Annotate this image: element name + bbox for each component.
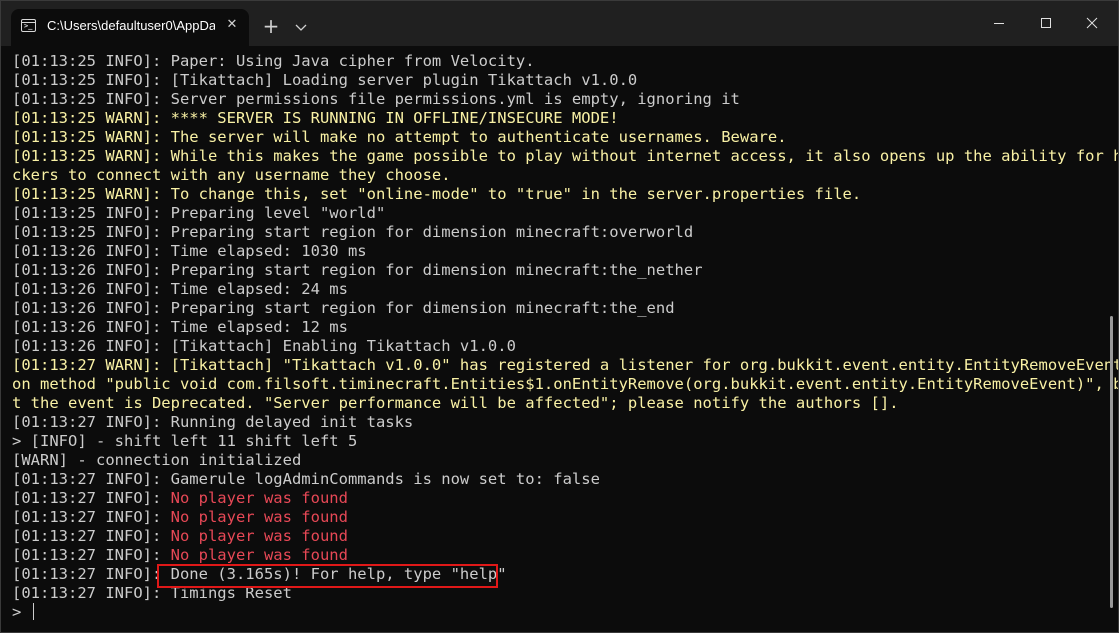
console-line: [01:13:26 INFO]: Time elapsed: 1030 ms [12,242,1101,261]
console-line: [01:13:27 INFO]: No player was found [12,546,1101,565]
log-text: ckers to connect with any username they … [12,166,451,184]
log-text: No player was found [170,527,348,545]
console-line: [01:13:25 WARN]: While this makes the ga… [12,147,1118,166]
log-text: [01:13:26 INFO]: Preparing start region … [12,261,703,279]
log-text: [WARN] - connection initialized [12,451,302,469]
console-line: [01:13:25 INFO]: Paper: Using Java ciphe… [12,52,1101,71]
console-line: [WARN] - connection initialized [12,451,1101,470]
console-line: ckers to connect with any username they … [12,166,1101,185]
console-line: [01:13:25 WARN]: **** SERVER IS RUNNING … [12,109,1101,128]
console-line: [01:13:26 INFO]: Time elapsed: 12 ms [12,318,1101,337]
console-line: [01:13:25 INFO]: [Tikattach] Loading ser… [12,71,1101,90]
log-text: [01:13:27 INFO]: Gamerule logAdminComman… [12,470,600,488]
log-text: [01:13:25 WARN]: The server will make no… [12,128,787,146]
log-prefix: [01:13:27 INFO]: [12,527,171,545]
console-line: [01:13:26 INFO]: Preparing start region … [12,261,1101,280]
minimize-icon [994,23,1004,24]
console-line: [01:13:25 INFO]: Preparing level "world" [12,204,1101,223]
console-line: [01:13:25 WARN]: To change this, set "on… [12,185,1101,204]
maximize-icon [1041,18,1051,28]
minimize-button[interactable] [976,1,1022,46]
title-bar: >_ C:\Users\defaultuser0\AppDa ✕ + [1,1,1118,46]
log-prefix: [01:13:27 INFO]: [12,508,171,526]
chevron-down-icon[interactable] [293,19,309,35]
log-prefix: [01:13:27 INFO]: [12,546,171,564]
console-line: [01:13:26 INFO]: Time elapsed: 24 ms [12,280,1101,299]
console-line: on method "public void com.filsoft.timin… [12,375,1118,394]
log-text: [01:13:25 INFO]: Server permissions file… [12,90,740,108]
prompt-symbol: > [12,603,31,621]
done-highlight-box [157,564,498,588]
log-text: [01:13:26 INFO]: Preparing start region … [12,299,675,317]
log-text: No player was found [170,489,348,507]
console-line: [01:13:27 INFO]: No player was found [12,489,1101,508]
terminal-tab[interactable]: >_ C:\Users\defaultuser0\AppDa ✕ [11,9,249,46]
console-line: > [INFO] - shift left 11 shift left 5 [12,432,1101,451]
tab-close-icon[interactable]: ✕ [223,16,241,34]
log-text: [01:13:27 INFO]: Running delayed init ta… [12,413,414,431]
maximize-button[interactable] [1023,1,1069,46]
log-text: [01:13:25 WARN]: **** SERVER IS RUNNING … [12,109,619,127]
console-line: [01:13:27 INFO]: No player was found [12,527,1101,546]
log-text: > [INFO] - shift left 11 shift left 5 [12,432,358,450]
log-text: [01:13:25 INFO]: [Tikattach] Loading ser… [12,71,638,89]
new-tab-button[interactable]: + [261,16,281,36]
console-line: [01:13:27 INFO]: No player was found [12,508,1101,527]
log-text: [01:13:25 WARN]: While this makes the ga… [12,147,1119,165]
console-line: [01:13:25 INFO]: Preparing start region … [12,223,1101,242]
log-text: [01:13:26 INFO]: [Tikattach] Enabling Ti… [12,337,516,355]
log-prefix: [01:13:27 INFO]: [12,489,171,507]
log-text: [01:13:25 INFO]: Preparing start region … [12,223,694,241]
log-text: [01:13:26 INFO]: Time elapsed: 1030 ms [12,242,367,260]
log-text: [01:13:25 INFO]: Preparing level "world" [12,204,386,222]
console-line: [01:13:27 INFO]: Gamerule logAdminComman… [12,470,1101,489]
console-output[interactable]: [01:13:25 INFO]: Paper: Using Java ciphe… [1,46,1118,632]
scrollbar-thumb[interactable] [1110,316,1113,608]
log-text: [01:13:26 INFO]: Time elapsed: 24 ms [12,280,348,298]
terminal-icon: >_ [21,19,36,32]
log-text: [01:13:26 INFO]: Time elapsed: 12 ms [12,318,348,336]
log-text: No player was found [170,546,348,564]
terminal-window: >_ C:\Users\defaultuser0\AppDa ✕ + [01:1… [0,0,1119,633]
log-text: No player was found [170,508,348,526]
text-cursor [32,603,34,620]
log-text: [01:13:25 INFO]: Paper: Using Java ciphe… [12,52,535,70]
console-line: [01:13:26 INFO]: Preparing start region … [12,299,1101,318]
console-line: [01:13:27 WARN]: [Tikattach] "Tikattach … [12,356,1118,375]
tab-title: C:\Users\defaultuser0\AppDa [47,18,215,33]
log-text: [01:13:25 WARN]: To change this, set "on… [12,185,862,203]
console-line: [01:13:25 WARN]: The server will make no… [12,128,1101,147]
console-line: [01:13:25 INFO]: Server permissions file… [12,90,1101,109]
console-line: t the event is Deprecated. "Server perfo… [12,394,1101,413]
close-button[interactable] [1069,1,1115,46]
console-line: [01:13:26 INFO]: [Tikattach] Enabling Ti… [12,337,1101,356]
console-line: [01:13:27 INFO]: Running delayed init ta… [12,413,1101,432]
log-text: [01:13:27 WARN]: [Tikattach] "Tikattach … [12,356,1119,374]
input-prompt[interactable]: > [12,603,1101,622]
close-icon [1086,17,1098,29]
log-text: t the event is Deprecated. "Server perfo… [12,394,899,412]
log-text: on method "public void com.filsoft.timin… [12,375,1119,393]
